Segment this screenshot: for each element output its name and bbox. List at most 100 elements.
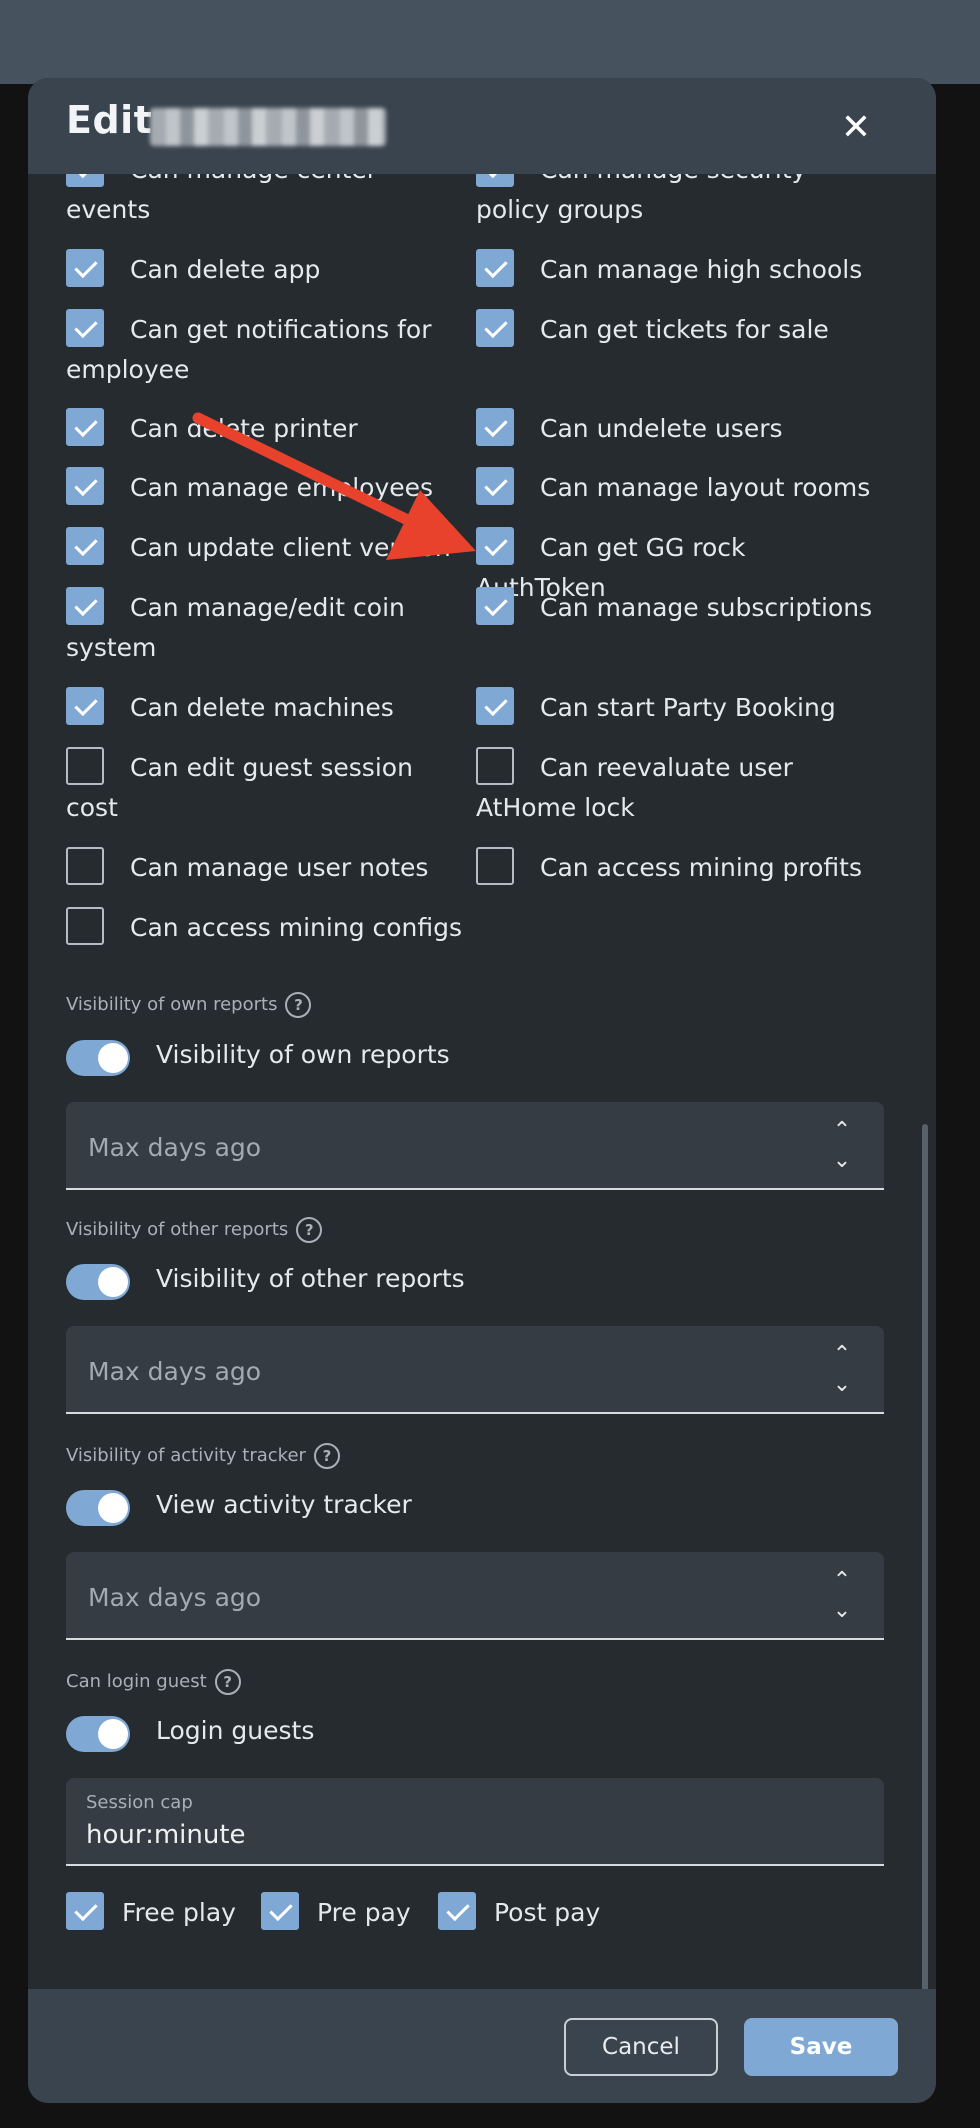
- pre-pay-option[interactable]: Pre pay: [261, 1892, 411, 1933]
- free-play-option[interactable]: Free play: [66, 1892, 236, 1933]
- permission-item[interactable]: Can undelete users: [476, 408, 876, 449]
- checkbox[interactable]: [476, 687, 514, 725]
- checkbox[interactable]: [66, 847, 104, 885]
- other-reports-max-days-input[interactable]: [86, 1352, 770, 1390]
- dialog-body: Can manage center events Can manage secu…: [28, 174, 936, 1989]
- help-icon[interactable]: ?: [214, 1669, 241, 1695]
- permission-item[interactable]: Can start Party Booking: [476, 687, 876, 728]
- backdrop: [0, 0, 980, 84]
- login-guest-toggle[interactable]: [66, 1716, 130, 1752]
- permission-item[interactable]: Can manage layout rooms: [476, 467, 876, 508]
- activity-tracker-toggle[interactable]: [66, 1490, 130, 1526]
- checkbox[interactable]: [438, 1892, 476, 1930]
- dialog-footer: Cancel Save: [28, 1989, 936, 2103]
- number-stepper: ⌃ ⌄: [830, 1566, 854, 1626]
- activity-tracker-toggle-label: View activity tracker: [156, 1490, 412, 1519]
- checkbox[interactable]: [476, 174, 514, 187]
- checkbox[interactable]: [66, 527, 104, 565]
- permission-item[interactable]: Can delete machines: [66, 687, 466, 728]
- scrollbar-thumb[interactable]: [922, 1124, 928, 2004]
- permission-label: Can manage layout rooms: [540, 473, 871, 502]
- permission-label: Can delete app: [130, 255, 321, 284]
- checkbox[interactable]: [476, 408, 514, 446]
- help-icon[interactable]: ?: [313, 1443, 340, 1469]
- checkbox[interactable]: [66, 174, 104, 187]
- own-reports-toggle[interactable]: [66, 1040, 130, 1076]
- checkbox[interactable]: [476, 467, 514, 505]
- checkbox[interactable]: [66, 747, 104, 785]
- chevron-down-icon[interactable]: ⌄: [830, 1146, 854, 1176]
- permission-label: Can delete printer: [130, 414, 358, 443]
- section-label-text: Visibility of activity tracker: [66, 1445, 306, 1466]
- checkbox[interactable]: [476, 847, 514, 885]
- toggle-knob: [98, 1043, 128, 1073]
- activity-tracker-max-days-input[interactable]: [86, 1578, 770, 1616]
- chevron-up-icon[interactable]: ⌃: [830, 1116, 854, 1146]
- section-label-text: Visibility of other reports: [66, 1219, 289, 1240]
- session-cap-value[interactable]: hour:minute: [86, 1820, 246, 1850]
- checkbox[interactable]: [476, 249, 514, 287]
- close-icon[interactable]: ✕: [830, 102, 882, 154]
- checkbox[interactable]: [261, 1892, 299, 1930]
- checkbox[interactable]: [66, 249, 104, 287]
- permission-item[interactable]: Can access mining configs: [66, 907, 466, 948]
- activity-tracker-max-days-field: ⌃ ⌄: [66, 1552, 884, 1640]
- permission-label: Can access mining configs: [130, 913, 463, 942]
- own-reports-max-days-input[interactable]: [86, 1128, 770, 1166]
- session-cap-field[interactable]: Session cap hour:minute: [66, 1778, 884, 1866]
- checkbox[interactable]: [476, 587, 514, 625]
- chevron-up-icon[interactable]: ⌃: [830, 1566, 854, 1596]
- scrollbar[interactable]: [922, 174, 928, 2004]
- checkbox[interactable]: [66, 408, 104, 446]
- checkbox[interactable]: [66, 907, 104, 945]
- checkbox[interactable]: [66, 687, 104, 725]
- permission-label: Can manage security policy groups: [476, 174, 806, 224]
- number-stepper: ⌃ ⌄: [830, 1116, 854, 1176]
- permission-item[interactable]: Can get notifications for employee: [66, 309, 466, 390]
- checkbox[interactable]: [66, 467, 104, 505]
- permission-item[interactable]: Can access mining profits: [476, 847, 876, 888]
- checkbox[interactable]: [476, 747, 514, 785]
- session-cap-label: Session cap: [86, 1792, 193, 1813]
- permission-item[interactable]: Can manage user notes: [66, 847, 466, 888]
- dialog-header: Edit ✕: [28, 78, 936, 174]
- option-label: Pre pay: [317, 1898, 411, 1927]
- toggle-knob: [98, 1493, 128, 1523]
- permission-label: Can get notifications for employee: [66, 315, 432, 384]
- chevron-down-icon[interactable]: ⌄: [830, 1370, 854, 1400]
- permission-item[interactable]: Can manage center events: [66, 174, 466, 230]
- option-label: Post pay: [494, 1898, 601, 1927]
- checkbox[interactable]: [476, 309, 514, 347]
- checkbox[interactable]: [66, 309, 104, 347]
- other-reports-toggle[interactable]: [66, 1264, 130, 1300]
- other-reports-max-days-field: ⌃ ⌄: [66, 1326, 884, 1414]
- permission-item[interactable]: Can delete printer: [66, 408, 466, 449]
- permission-item[interactable]: Can delete app: [66, 249, 466, 290]
- chevron-up-icon[interactable]: ⌃: [830, 1340, 854, 1370]
- cancel-button[interactable]: Cancel: [564, 2018, 718, 2076]
- permission-item[interactable]: Can manage/edit coin system: [66, 587, 466, 668]
- permission-item[interactable]: Can update client version: [66, 527, 466, 568]
- permission-item[interactable]: Can manage security policy groups: [476, 174, 876, 230]
- dialog-title: Edit: [66, 98, 153, 142]
- save-button[interactable]: Save: [744, 2018, 898, 2076]
- post-pay-option[interactable]: Post pay: [438, 1892, 601, 1933]
- permission-item[interactable]: Can manage employees: [66, 467, 466, 508]
- help-icon[interactable]: ?: [285, 992, 312, 1018]
- permission-label: Can manage center events: [66, 174, 377, 224]
- own-reports-max-days-field: ⌃ ⌄: [66, 1102, 884, 1190]
- chevron-down-icon[interactable]: ⌄: [830, 1596, 854, 1626]
- permission-item[interactable]: Can get tickets for sale: [476, 309, 876, 350]
- permission-label: Can edit guest session cost: [66, 753, 413, 822]
- checkbox[interactable]: [476, 527, 514, 565]
- permission-label: Can access mining profits: [540, 853, 862, 882]
- checkbox[interactable]: [66, 1892, 104, 1930]
- permission-item[interactable]: Can manage subscriptions: [476, 587, 876, 628]
- checkbox[interactable]: [66, 587, 104, 625]
- permission-item[interactable]: Can reevaluate user AtHome lock: [476, 747, 876, 828]
- permission-item[interactable]: Can edit guest session cost: [66, 747, 466, 828]
- help-icon[interactable]: ?: [296, 1217, 323, 1243]
- permission-label: Can manage/edit coin system: [66, 593, 405, 662]
- permission-item[interactable]: Can manage high schools: [476, 249, 876, 290]
- toggle-knob: [98, 1719, 128, 1749]
